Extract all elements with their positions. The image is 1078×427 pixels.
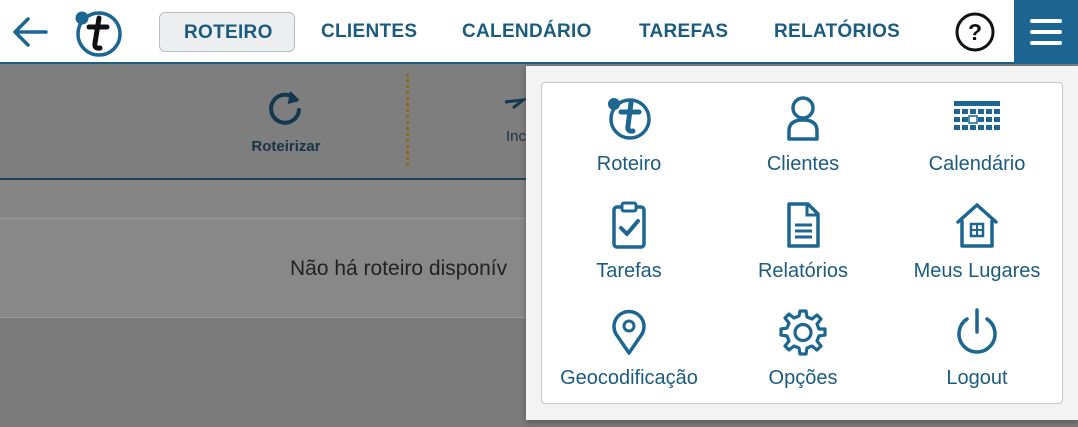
hamburger-icon	[1030, 19, 1062, 23]
menu-item-label: Tarefas	[596, 260, 662, 282]
menu-item-geocodificacao[interactable]: Geocodificação	[542, 297, 716, 403]
clipboard-check-icon	[604, 200, 654, 250]
tab-roteiro[interactable]: ROTEIRO	[159, 12, 295, 52]
back-arrow-icon[interactable]	[10, 14, 50, 50]
menu-item-label: Clientes	[766, 153, 840, 175]
tab-relatorios[interactable]: RELATÓRIOS	[774, 12, 900, 52]
menu-item-label: Relatórios	[757, 260, 849, 282]
main-menu-dropdown: Roteiro Clientes Calendário Tarefas Rela…	[526, 66, 1078, 420]
hamburger-menu-button[interactable]	[1014, 0, 1078, 64]
svg-text:?: ?	[968, 19, 982, 45]
power-icon	[952, 307, 1002, 357]
roteirizar-button[interactable]: Roteirizar	[236, 88, 336, 155]
menu-item-clientes[interactable]: Clientes	[716, 83, 890, 189]
map-pin-icon	[604, 307, 654, 357]
menu-item-label: Calendário	[928, 153, 1026, 175]
menu-item-logout[interactable]: Logout	[890, 297, 1064, 403]
document-icon	[778, 200, 828, 250]
menu-item-relatorios[interactable]: Relatórios	[716, 190, 890, 296]
top-navigation-bar: ROTEIRO CLIENTES CALENDÁRIO TAREFAS RELA…	[0, 0, 1078, 64]
t-logo-icon	[604, 93, 654, 143]
gear-icon	[778, 307, 828, 357]
menu-item-label: Meus Lugares	[913, 260, 1041, 282]
menu-item-label: Logout	[946, 367, 1008, 389]
menu-item-opcoes[interactable]: Opções	[716, 297, 890, 403]
menu-item-label: Roteiro	[596, 153, 662, 175]
person-icon	[778, 93, 828, 143]
menu-panel: Roteiro Clientes Calendário Tarefas Rela…	[541, 82, 1063, 404]
menu-item-calendario[interactable]: Calendário	[890, 83, 1064, 189]
toolbar-divider	[406, 74, 409, 166]
menu-item-roteiro[interactable]: Roteiro	[542, 83, 716, 189]
tab-tarefas[interactable]: TAREFAS	[639, 12, 728, 52]
tab-calendario[interactable]: CALENDÁRIO	[462, 12, 592, 52]
calendar-grid-icon	[952, 93, 1002, 143]
house-icon	[952, 200, 1002, 250]
menu-item-meus-lugares[interactable]: Meus Lugares	[890, 190, 1064, 296]
question-circle-icon[interactable]: ?	[955, 12, 995, 52]
menu-item-label: Opções	[768, 367, 838, 389]
roteirizar-label: Roteirizar	[251, 138, 321, 155]
tab-clientes[interactable]: CLIENTES	[321, 12, 417, 52]
menu-item-tarefas[interactable]: Tarefas	[542, 190, 716, 296]
empty-route-message: Não há roteiro disponív	[290, 257, 508, 280]
app-logo[interactable]	[72, 9, 124, 57]
menu-item-label: Geocodificação	[560, 367, 698, 389]
refresh-icon	[269, 91, 301, 125]
